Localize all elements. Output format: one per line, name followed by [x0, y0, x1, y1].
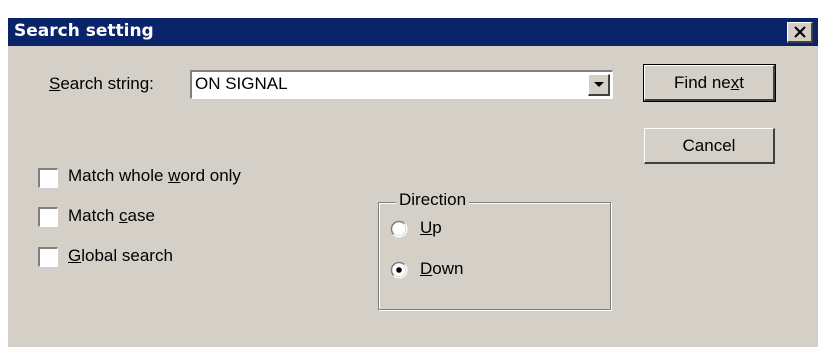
search-setting-dialog: Search setting Search string: ON SIGNAL … [8, 18, 818, 347]
match-whole-word-label[interactable]: Match whole word only [68, 166, 241, 186]
match-case-label[interactable]: Match case [68, 206, 155, 226]
dialog-title: Search setting [14, 21, 154, 41]
global-search-label[interactable]: Global search [68, 246, 173, 266]
search-string-label: Search string: [49, 74, 154, 93]
direction-down-radio[interactable] [390, 261, 408, 279]
match-case-checkbox[interactable] [38, 207, 58, 227]
close-x-icon [794, 26, 806, 38]
direction-down-label[interactable]: Down [420, 259, 463, 279]
close-button[interactable] [787, 22, 813, 43]
direction-legend: Direction [396, 190, 470, 210]
direction-up-radio[interactable] [390, 220, 408, 238]
direction-groupbox [378, 202, 611, 310]
chevron-down-icon [594, 82, 604, 87]
global-search-checkbox[interactable] [38, 247, 58, 267]
search-string-value[interactable]: ON SIGNAL [195, 74, 288, 94]
title-bar[interactable]: Search setting [8, 18, 818, 46]
search-string-combobox[interactable]: ON SIGNAL [190, 70, 613, 99]
background-strip [0, 0, 818, 18]
match-whole-word-checkbox[interactable] [38, 168, 58, 188]
direction-up-label[interactable]: Up [420, 218, 442, 238]
dropdown-button[interactable] [588, 74, 610, 96]
cancel-button[interactable]: Cancel [644, 128, 775, 164]
find-next-button[interactable]: Find next [643, 64, 776, 102]
